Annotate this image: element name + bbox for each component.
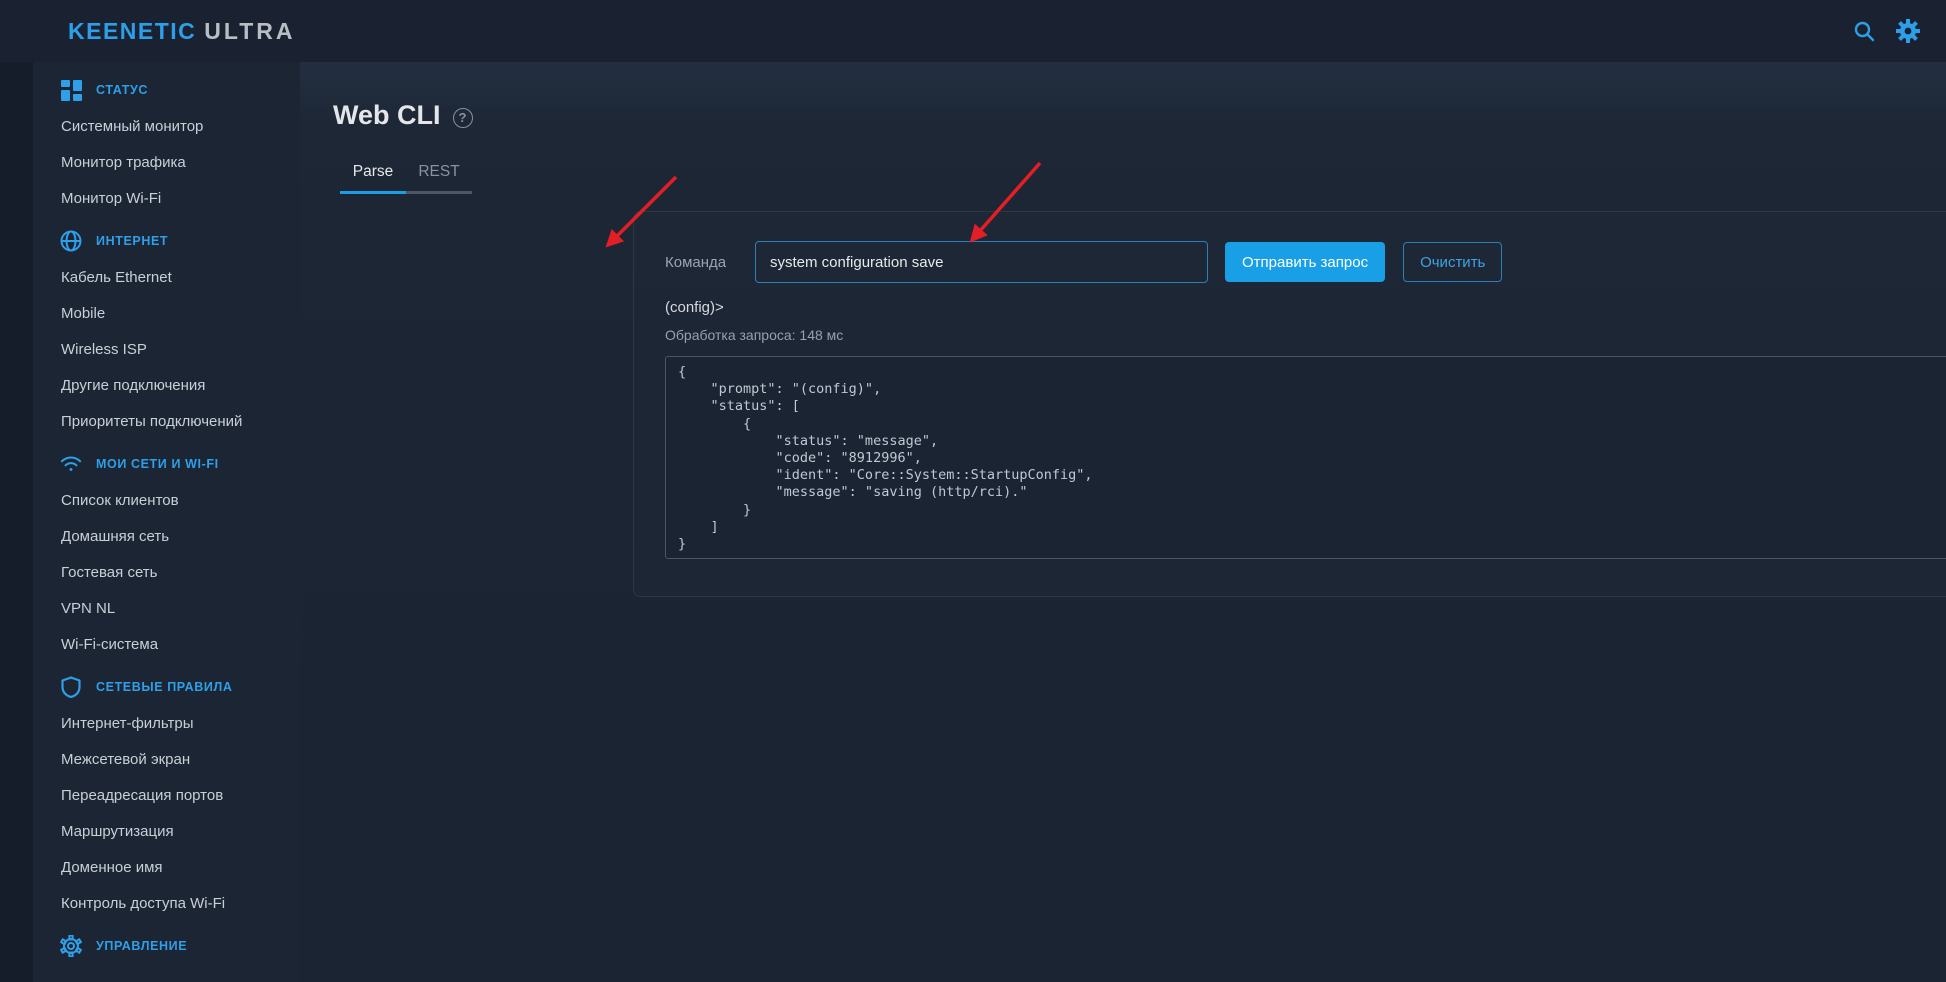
sidebar-item-traffic-monitor[interactable]: Монитор трафика <box>0 144 300 180</box>
sidebar-item-home-network[interactable]: Домашняя сеть <box>0 518 300 554</box>
sidebar-item-firewall[interactable]: Межсетевой экран <box>0 741 300 777</box>
prompt-row: (config)> <box>665 296 1946 318</box>
sidebar-item-label: Доменное имя <box>61 859 163 876</box>
sidebar-item-label: Приоритеты подключений <box>61 413 242 430</box>
sidebar-item-port-forwarding[interactable]: Переадресация портов <box>0 777 300 813</box>
command-row: Команда Отправить запрос Очистить <box>665 241 1946 283</box>
sidebar-item-internet-filters[interactable]: Интернет-фильтры <box>0 705 300 741</box>
sidebar-item-label: Переадресация портов <box>61 787 223 804</box>
sidebar-item-label: VPN NL <box>61 600 115 617</box>
main-content: Web CLI ? Parse REST Команда Отправить з… <box>300 62 1946 982</box>
sidebar-item-wifi-monitor[interactable]: Монитор Wi-Fi <box>0 180 300 216</box>
brand-logo[interactable]: KEENETIC ULTRA <box>68 18 296 45</box>
cli-prompt: (config)> <box>665 299 724 316</box>
sidebar-item-client-list[interactable]: Список клиентов <box>0 482 300 518</box>
sidebar-section-label: СТАТУС <box>96 83 148 97</box>
sidebar-section-my-networks[interactable]: МОИ СЕТИ И WI-FI <box>0 446 300 482</box>
json-output: { "prompt": "(config)", "status": [ { "s… <box>678 364 1946 553</box>
clear-button[interactable]: Очистить <box>1403 242 1502 282</box>
sidebar-item-label: Кабель Ethernet <box>61 269 172 286</box>
shield-icon <box>60 676 82 698</box>
page-title: Web CLI <box>333 100 441 131</box>
sidebar-item-label: Интернет-фильтры <box>61 715 194 732</box>
sidebar-section-status[interactable]: СТАТУС <box>0 72 300 108</box>
sidebar-section-label: ИНТЕРНЕТ <box>96 234 168 248</box>
topbar-icons <box>1850 0 1922 62</box>
sidebar-item-label: Межсетевой экран <box>61 751 190 768</box>
sidebar-item-guest-network[interactable]: Гостевая сеть <box>0 554 300 590</box>
sidebar: СТАТУС Системный монитор Монитор трафика… <box>0 62 300 982</box>
tab-parse[interactable]: Parse <box>340 157 406 194</box>
sidebar-section-internet[interactable]: ИНТЕРНЕТ <box>0 223 300 259</box>
processing-time-text: Обработка запроса: 148 мс <box>665 327 1946 343</box>
sidebar-item-label: Гостевая сеть <box>61 564 157 581</box>
tabs: Parse REST <box>340 157 1946 194</box>
sidebar-item-label: Wireless ISP <box>61 341 147 358</box>
sidebar-item-label: Mobile <box>61 305 105 322</box>
webcli-panel: Команда Отправить запрос Очистить (confi… <box>633 211 1946 597</box>
sidebar-section-label: СЕТЕВЫЕ ПРАВИЛА <box>96 680 232 694</box>
sidebar-item-label: Wi-Fi-система <box>61 636 158 653</box>
sidebar-item-label: Монитор трафика <box>61 154 186 171</box>
search-icon[interactable] <box>1850 17 1878 45</box>
json-output-box[interactable]: { "prompt": "(config)", "status": [ { "s… <box>665 356 1946 559</box>
sidebar-item-label: Системный монитор <box>61 118 203 135</box>
dashboard-icon <box>60 79 82 101</box>
sidebar-item-label: Контроль доступа Wi-Fi <box>61 895 225 912</box>
keenetic-admin-page: KEENETIC ULTRA <box>0 0 1946 982</box>
sidebar-item-label: Монитор Wi-Fi <box>61 190 161 207</box>
gear-icon[interactable] <box>1894 17 1922 45</box>
topbar: KEENETIC ULTRA <box>0 0 1946 62</box>
gear-outline-icon <box>60 935 82 957</box>
brand-primary: KEENETIC <box>68 18 196 44</box>
sidebar-section-management[interactable]: УПРАВЛЕНИЕ <box>0 928 300 964</box>
sidebar-item-wifi-access-control[interactable]: Контроль доступа Wi-Fi <box>0 885 300 921</box>
sidebar-item-vpn-nl[interactable]: VPN NL <box>0 590 300 626</box>
command-label: Команда <box>665 254 755 271</box>
sidebar-item-domain-name[interactable]: Доменное имя <box>0 849 300 885</box>
sidebar-item-wireless-isp[interactable]: Wireless ISP <box>0 331 300 367</box>
brand-secondary: ULTRA <box>204 18 295 44</box>
help-icon[interactable]: ? <box>453 108 473 128</box>
sidebar-item-label: Список клиентов <box>61 492 179 509</box>
tab-rest[interactable]: REST <box>406 157 472 194</box>
sidebar-section-label: УПРАВЛЕНИЕ <box>96 939 187 953</box>
page-title-row: Web CLI ? <box>333 100 1946 131</box>
sidebar-item-connection-priorities[interactable]: Приоритеты подключений <box>0 403 300 439</box>
sidebar-item-ethernet[interactable]: Кабель Ethernet <box>0 259 300 295</box>
submit-request-button[interactable]: Отправить запрос <box>1225 242 1385 282</box>
sidebar-item-label: Маршрутизация <box>61 823 174 840</box>
sidebar-item-wifi-system[interactable]: Wi-Fi-система <box>0 626 300 662</box>
command-input[interactable] <box>755 241 1208 283</box>
sidebar-item-routing[interactable]: Маршрутизация <box>0 813 300 849</box>
wifi-icon <box>60 453 82 475</box>
sidebar-item-system-monitor[interactable]: Системный монитор <box>0 108 300 144</box>
sidebar-item-other-connections[interactable]: Другие подключения <box>0 367 300 403</box>
sidebar-section-label: МОИ СЕТИ И WI-FI <box>96 457 219 471</box>
sidebar-section-network-rules[interactable]: СЕТЕВЫЕ ПРАВИЛА <box>0 669 300 705</box>
sidebar-item-mobile[interactable]: Mobile <box>0 295 300 331</box>
sidebar-item-label: Домашняя сеть <box>61 528 169 545</box>
content-row: СТАТУС Системный монитор Монитор трафика… <box>0 62 1946 982</box>
globe-icon <box>60 230 82 252</box>
sidebar-item-label: Другие подключения <box>61 377 205 394</box>
